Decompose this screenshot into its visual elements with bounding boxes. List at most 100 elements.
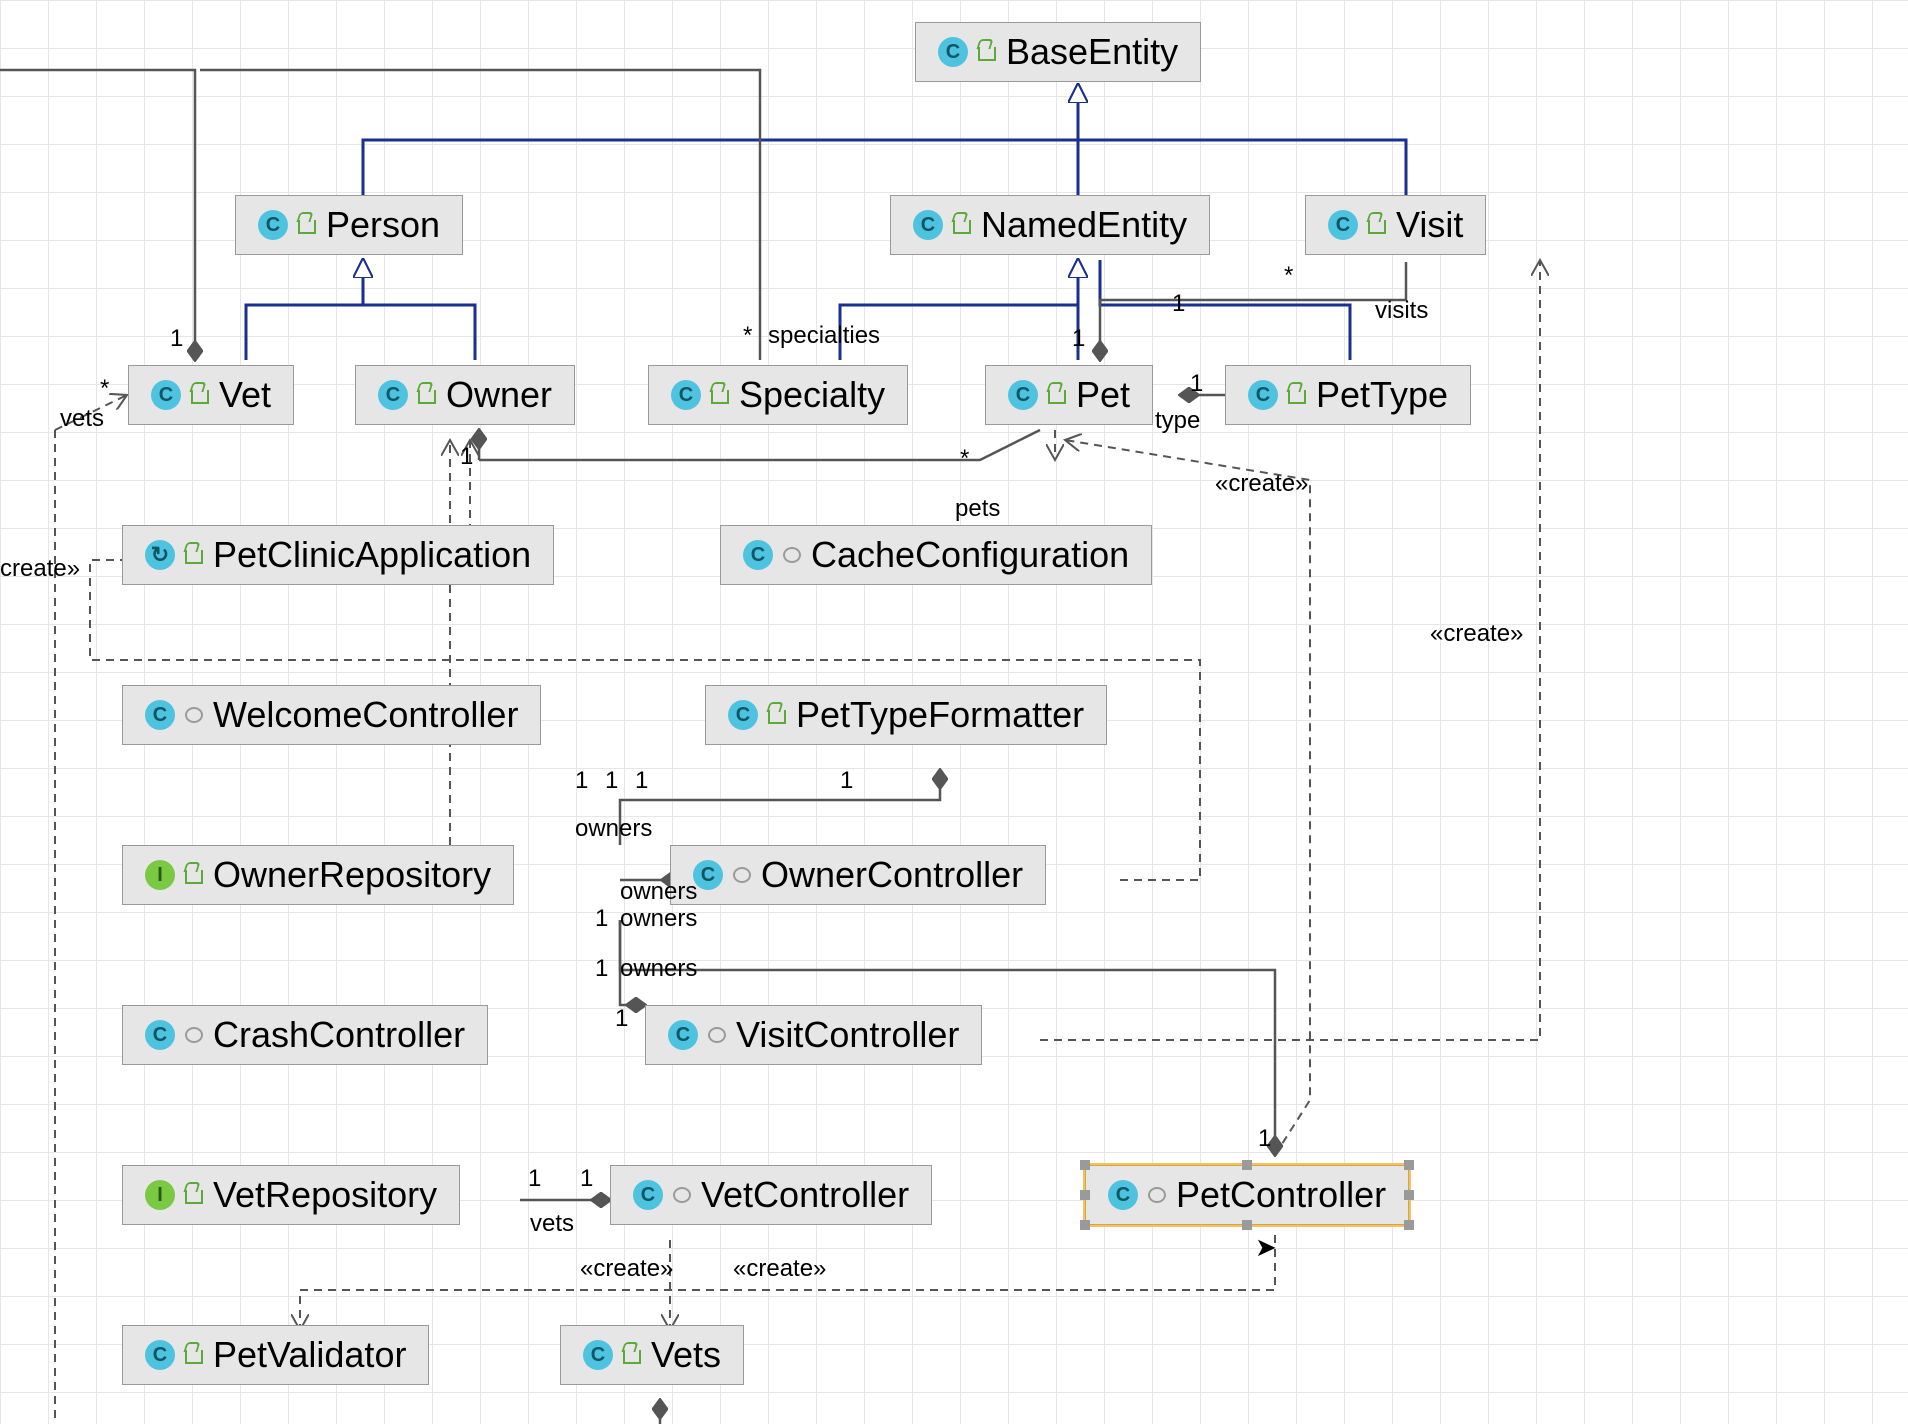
- class-icon: [1108, 1180, 1138, 1210]
- class-icon: [743, 540, 773, 570]
- stereotype-label: «create»: [1430, 620, 1523, 648]
- node-vets[interactable]: Vets: [560, 1325, 744, 1385]
- node-pet[interactable]: Pet: [985, 365, 1153, 425]
- resize-handle[interactable]: [1242, 1160, 1252, 1170]
- class-icon: [1328, 210, 1358, 240]
- class-name: WelcomeController: [213, 694, 518, 736]
- node-vet-ctrl[interactable]: VetController: [610, 1165, 932, 1225]
- mult-label: 1: [1172, 290, 1185, 318]
- scope-open-icon: [191, 390, 209, 404]
- mult-label: 1: [575, 767, 588, 795]
- class-icon: [728, 700, 758, 730]
- role-label: type: [1155, 407, 1200, 435]
- class-name: CacheConfiguration: [811, 534, 1129, 576]
- class-name: Specialty: [739, 374, 885, 416]
- scope-open-icon: [768, 710, 786, 724]
- class-name: PetTypeFormatter: [796, 694, 1084, 736]
- scope-open-icon: [953, 220, 971, 234]
- node-vet-repo[interactable]: VetRepository: [122, 1165, 460, 1225]
- class-name: Vets: [651, 1334, 721, 1376]
- class-icon: [633, 1180, 663, 1210]
- class-name: Visit: [1396, 204, 1463, 246]
- mult-label: 1: [595, 955, 608, 983]
- class-name: Person: [326, 204, 440, 246]
- class-icon: [913, 210, 943, 240]
- node-pet-validator[interactable]: PetValidator: [122, 1325, 429, 1385]
- class-icon: [1248, 380, 1278, 410]
- mult-label: 1: [635, 767, 648, 795]
- scope-open-icon: [1288, 390, 1306, 404]
- class-name: Pet: [1076, 374, 1130, 416]
- scope-pkg-icon: [185, 1027, 203, 1043]
- node-owner[interactable]: Owner: [355, 365, 575, 425]
- node-pet-ctrl[interactable]: PetController: [1085, 1165, 1409, 1225]
- scope-open-icon: [623, 1350, 641, 1364]
- mult-label: 1: [1190, 370, 1203, 398]
- mult-label: 1: [615, 1005, 628, 1033]
- resize-handle[interactable]: [1404, 1220, 1414, 1230]
- class-name: OwnerRepository: [213, 854, 491, 896]
- scope-open-icon: [185, 1350, 203, 1364]
- role-label: specialties: [768, 322, 880, 350]
- scope-pkg-icon: [1148, 1187, 1166, 1203]
- node-visit-ctrl[interactable]: VisitController: [645, 1005, 982, 1065]
- class-icon: [378, 380, 408, 410]
- scope-pkg-icon: [783, 547, 801, 563]
- stereotype-label: «create»: [1215, 470, 1308, 498]
- node-specialty[interactable]: Specialty: [648, 365, 908, 425]
- scope-open-icon: [418, 390, 436, 404]
- class-icon: [145, 1020, 175, 1050]
- interface-icon: [145, 860, 175, 890]
- scope-pkg-icon: [733, 867, 751, 883]
- node-person[interactable]: Person: [235, 195, 463, 255]
- cursor-icon: ➤: [1255, 1232, 1277, 1263]
- mult-label: 1: [1258, 1125, 1271, 1153]
- scope-open-icon: [185, 1190, 203, 1204]
- mult-label: *: [1284, 262, 1293, 290]
- role-label: vets: [60, 405, 104, 433]
- class-name: Owner: [446, 374, 552, 416]
- class-icon: [693, 860, 723, 890]
- resize-handle[interactable]: [1404, 1160, 1414, 1170]
- node-vet[interactable]: Vet: [128, 365, 294, 425]
- role-label: pets: [955, 495, 1000, 523]
- mult-label: 1: [840, 767, 853, 795]
- node-pet-type[interactable]: PetType: [1225, 365, 1471, 425]
- resize-handle[interactable]: [1080, 1160, 1090, 1170]
- node-petclinic-app[interactable]: PetClinicApplication: [122, 525, 554, 585]
- node-welcome-ctrl[interactable]: WelcomeController: [122, 685, 541, 745]
- class-icon: [145, 700, 175, 730]
- class-icon: [258, 210, 288, 240]
- class-name: PetType: [1316, 374, 1448, 416]
- class-name: VisitController: [736, 1014, 959, 1056]
- resize-handle[interactable]: [1080, 1190, 1090, 1200]
- diagram-canvas[interactable]: BaseEntity Person NamedEntity Visit Vet …: [0, 0, 1908, 1424]
- node-base-entity[interactable]: BaseEntity: [915, 22, 1201, 82]
- interface-icon: [145, 1180, 175, 1210]
- mult-label: 1: [460, 443, 473, 471]
- node-crash-ctrl[interactable]: CrashController: [122, 1005, 488, 1065]
- class-name: VetRepository: [213, 1174, 437, 1216]
- node-owner-ctrl[interactable]: OwnerController: [670, 845, 1046, 905]
- class-name: VetController: [701, 1174, 909, 1216]
- mult-label: 1: [1072, 325, 1085, 353]
- class-icon: [671, 380, 701, 410]
- node-cache-config[interactable]: CacheConfiguration: [720, 525, 1152, 585]
- role-label: owners: [620, 905, 697, 933]
- class-icon: [151, 380, 181, 410]
- resize-handle[interactable]: [1242, 1220, 1252, 1230]
- node-named-entity[interactable]: NamedEntity: [890, 195, 1210, 255]
- class-name: BaseEntity: [1006, 31, 1178, 73]
- class-name: PetValidator: [213, 1334, 406, 1376]
- mult-label: 1: [595, 905, 608, 933]
- class-name: CrashController: [213, 1014, 465, 1056]
- resize-handle[interactable]: [1404, 1190, 1414, 1200]
- class-name: NamedEntity: [981, 204, 1187, 246]
- node-owner-repo[interactable]: OwnerRepository: [122, 845, 514, 905]
- node-pettype-fmt[interactable]: PetTypeFormatter: [705, 685, 1107, 745]
- class-name: OwnerController: [761, 854, 1023, 896]
- class-icon: [938, 37, 968, 67]
- resize-handle[interactable]: [1080, 1220, 1090, 1230]
- role-label: vets: [530, 1210, 574, 1238]
- node-visit[interactable]: Visit: [1305, 195, 1486, 255]
